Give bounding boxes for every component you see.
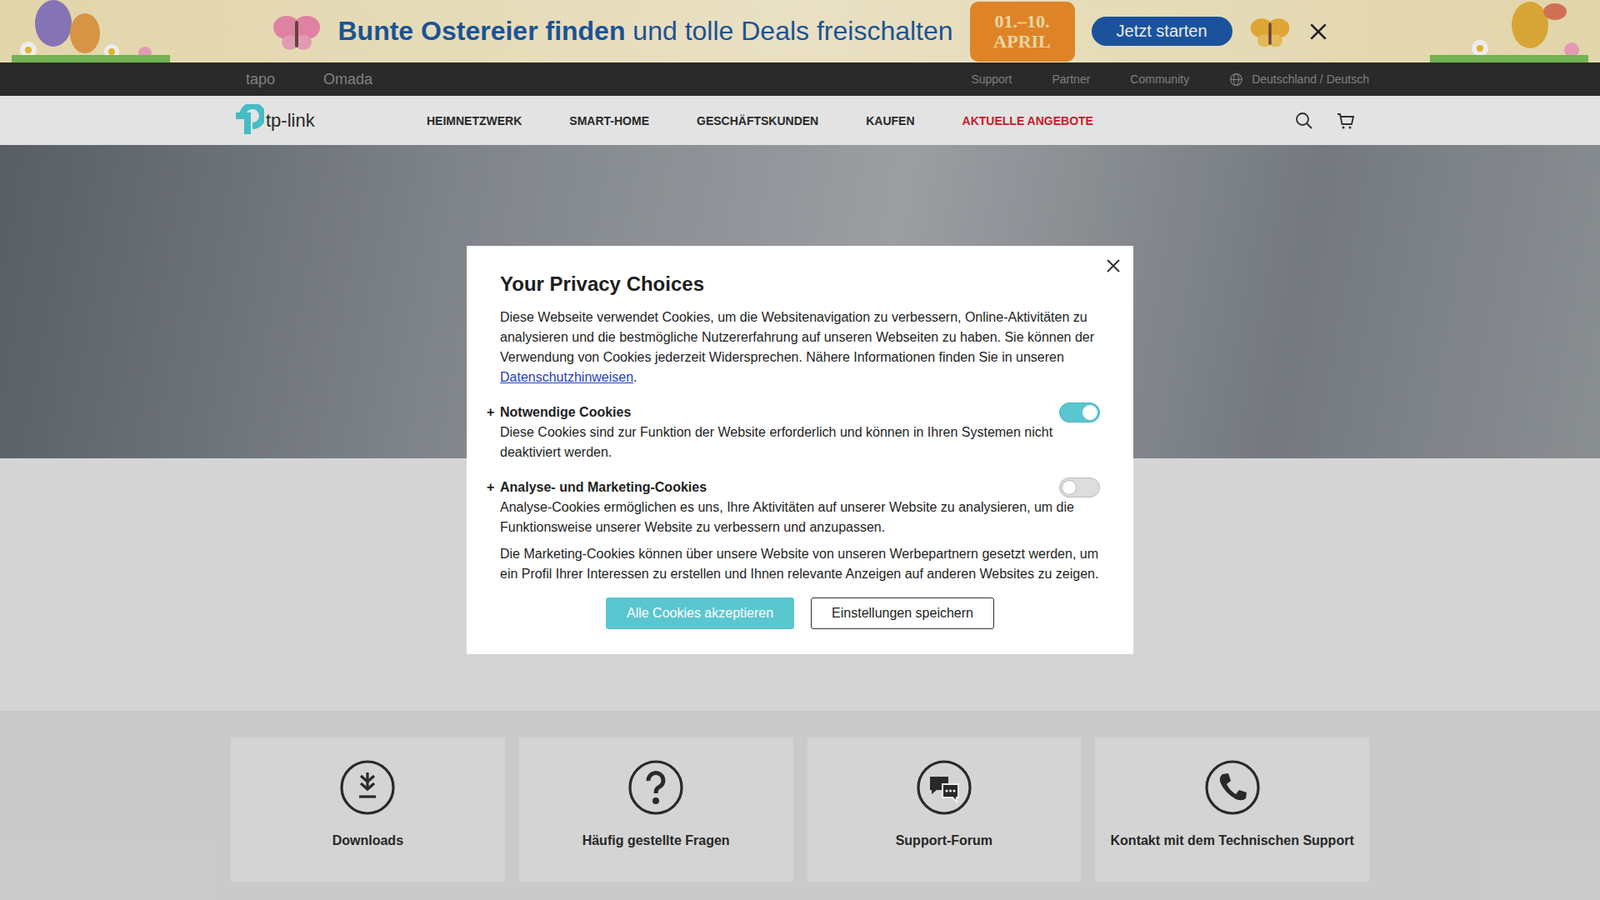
section-description: Analyse-Cookies ermöglichen es uns, Ihre… [500, 497, 1100, 538]
dialog-button[interactable]: Einstellungen speichern [810, 597, 995, 630]
cookie-switch[interactable] [1059, 402, 1100, 423]
privacy-link[interactable]: Datenschutzhinweisen [500, 370, 634, 385]
expand-toggle[interactable]: + [486, 405, 500, 420]
dialog-button[interactable]: Alle Cookies akzeptieren [605, 597, 795, 630]
dialog-title: Your Privacy Choices [500, 272, 1100, 296]
dialog-intro: Diese Webseite verwendet Cookies, um die… [500, 307, 1100, 388]
section-description: Diese Cookies sind zur Funktion der Webs… [500, 422, 1100, 463]
section-title: Notwendige Cookies [500, 405, 1060, 420]
cookie-switch[interactable] [1059, 477, 1100, 498]
cookie-section: +Analyse- und Marketing-CookiesAnalyse-C… [500, 477, 1100, 585]
expand-toggle[interactable]: + [486, 480, 500, 495]
section-description: Die Marketing-Cookies können über unsere… [500, 544, 1100, 585]
page: Bunte Ostereier finden und tolle Deals f… [0, 0, 1600, 900]
close-icon[interactable] [1105, 257, 1122, 275]
section-title: Analyse- und Marketing-Cookies [500, 480, 1060, 495]
cookie-section: +Notwendige CookiesDiese Cookies sind zu… [500, 402, 1100, 463]
privacy-dialog: Your Privacy Choices Diese Webseite verwe… [466, 245, 1134, 655]
modal-overlay: Your Privacy Choices Diese Webseite verwe… [0, 0, 1600, 900]
